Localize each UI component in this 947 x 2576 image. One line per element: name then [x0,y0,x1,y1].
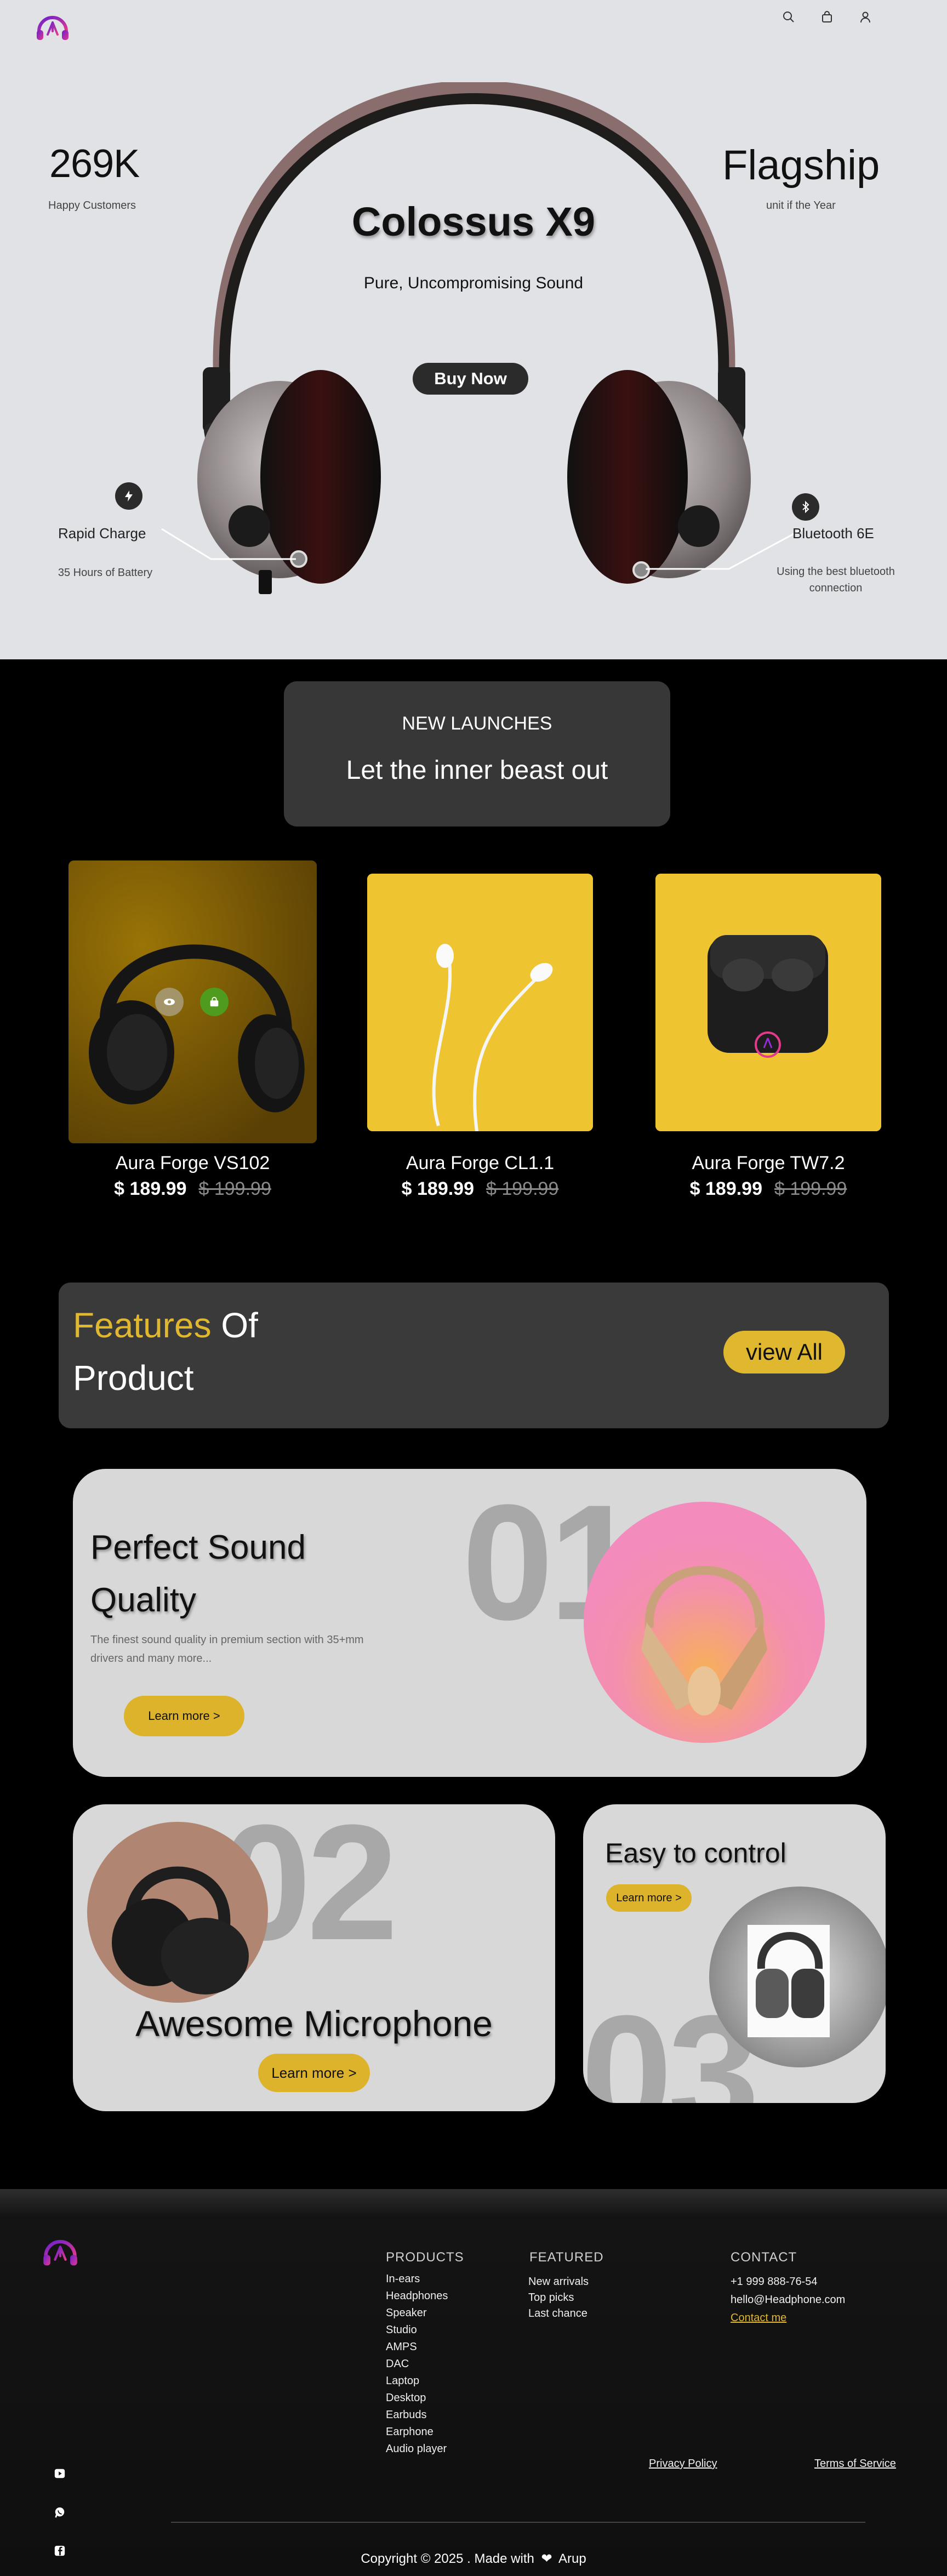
footer-link[interactable]: Audio player [386,2443,447,2455]
feature-sound-image [584,1502,825,1743]
bag-icon[interactable] [818,8,836,26]
privacy-policy-link[interactable]: Privacy Policy [649,2458,717,2470]
footer-link[interactable]: New arrivals [528,2276,589,2288]
feature-card-microphone: 02 Awesome Microphone Learn more > [73,1804,555,2111]
bluetooth-icon [792,493,819,521]
callout-line-left [161,528,296,560]
contact-me-link[interactable]: Contact me [731,2312,786,2324]
footer-contact-title: CONTACT [731,2250,797,2265]
footer-featured-title: FEATURED [529,2250,604,2265]
feature-title: Perfect Sound Quality [90,1521,306,1627]
feature-title-line1: Perfect Sound [90,1529,306,1566]
flagship-title: Flagship [722,142,880,189]
product-image-tw72[interactable] [655,874,881,1131]
footer-link[interactable]: AMPS [386,2341,417,2353]
footer-link[interactable]: Earbuds [386,2409,427,2421]
product-name[interactable]: Aura Forge TW7.2 [644,1153,892,1174]
product-image-cl11[interactable] [367,874,593,1131]
price-old: $ 199.99 [774,1178,847,1199]
rapid-charge-desc: 35 Hours of Battery [58,567,153,579]
price-old: $ 199.99 [486,1178,559,1199]
footer-link[interactable]: DAC [386,2358,409,2370]
feature-desc: The finest sound quality in premium sect… [90,1634,364,1665]
footer-link[interactable]: Desktop [386,2392,426,2404]
features-header: Features Of Product view All [59,1283,889,1428]
footer-link[interactable]: In-ears [386,2273,420,2286]
new-launches-banner: NEW LAUNCHES Let the inner beast out [284,681,670,827]
footer-link[interactable]: Studio [386,2324,417,2336]
view-all-button[interactable]: view All [723,1331,845,1374]
bluetooth-desc: Using the best bluetooth connection [777,566,895,594]
headphone-logo-icon[interactable] [35,9,71,45]
footer-link[interactable]: Earphone [386,2426,433,2438]
search-icon[interactable] [779,8,798,26]
product-name[interactable]: Aura Forge VS102 [69,1153,317,1174]
page: 269K Happy Customers Flagship unit if th… [0,0,947,2576]
heart-icon: ❤ [541,2551,552,2566]
youtube-icon[interactable] [53,2466,67,2481]
price-current: $ 189.99 [401,1178,474,1199]
features-heading-highlight: Features [73,1306,212,1345]
price-current: $ 189.99 [689,1178,762,1199]
features-heading-product: Product [73,1358,194,1398]
hero-subtitle: Pure, Uncompromising Sound [363,274,584,292]
new-launches-tag: NEW LAUNCHES [402,713,552,734]
price-old: $ 199.99 [198,1178,271,1199]
price-current: $ 189.99 [114,1178,187,1199]
product-image-vs102[interactable] [69,860,317,1143]
whatsapp-icon[interactable] [53,2505,67,2520]
footer-phone: +1 999 888-76-54 [731,2276,818,2288]
footer-logo-icon[interactable] [41,2233,79,2271]
terms-of-service-link[interactable]: Terms of Service [814,2458,896,2470]
feature-card-control: 03 Easy to control Learn more > [583,1804,886,2103]
lightning-icon [115,482,142,510]
learn-more-button[interactable]: Learn more > [124,1696,244,1736]
footer-link[interactable]: Headphones [386,2290,448,2303]
feature-title: Easy to control [605,1838,786,1868]
feature-microphone-image [87,1822,268,2003]
feature-card-sound: 01 Perfect Sound Quality The finest soun… [73,1469,866,1777]
footer-divider [171,2522,865,2523]
new-launches-title: Let the inner beast out [346,756,608,785]
copyright-text: Copyright © 2025 . Made with [361,2551,534,2566]
learn-more-button[interactable]: Learn more > [606,1884,692,1912]
shopping-bag-icon[interactable] [200,988,229,1016]
eye-icon[interactable] [155,988,184,1016]
rapid-charge-label: Rapid Charge [58,525,146,542]
footer-products-title: PRODUCTS [386,2250,464,2265]
footer-link[interactable]: Speaker [386,2307,427,2319]
features-heading-of: Of [221,1306,258,1345]
bluetooth-label: Bluetooth 6E [792,525,874,542]
footer-link[interactable]: Laptop [386,2375,419,2387]
stat-customers-value: 269K [49,142,140,186]
learn-more-button[interactable]: Learn more > [258,2054,370,2092]
footer-link[interactable]: Last chance [528,2307,587,2320]
hero-section: 269K Happy Customers Flagship unit if th… [0,0,947,659]
footer-link[interactable]: Top picks [528,2292,574,2304]
footer: PRODUCTS In-ears Headphones Speaker Stud… [0,2189,947,2576]
product-price: $ 189.99 $ 199.99 [69,1178,317,1200]
product-price: $ 189.99 $ 199.99 [356,1178,604,1200]
feature-title: Awesome Microphone [135,2003,493,2044]
footer-email[interactable]: hello@Headphone.com [731,2294,845,2306]
buy-now-button[interactable]: Buy Now [413,363,528,395]
feature-control-image [709,1887,886,2067]
copyright: Copyright © 2025 . Made with ❤ Arup [0,2551,947,2567]
user-icon[interactable] [856,8,875,26]
feature-title-line2: Quality [90,1581,196,1619]
hero-title: Colossus X9 [351,199,596,244]
product-name[interactable]: Aura Forge CL1.1 [356,1153,604,1174]
product-price: $ 189.99 $ 199.99 [644,1178,892,1200]
copyright-author[interactable]: Arup [558,2551,586,2566]
features-heading: Features Of Product [73,1299,258,1404]
